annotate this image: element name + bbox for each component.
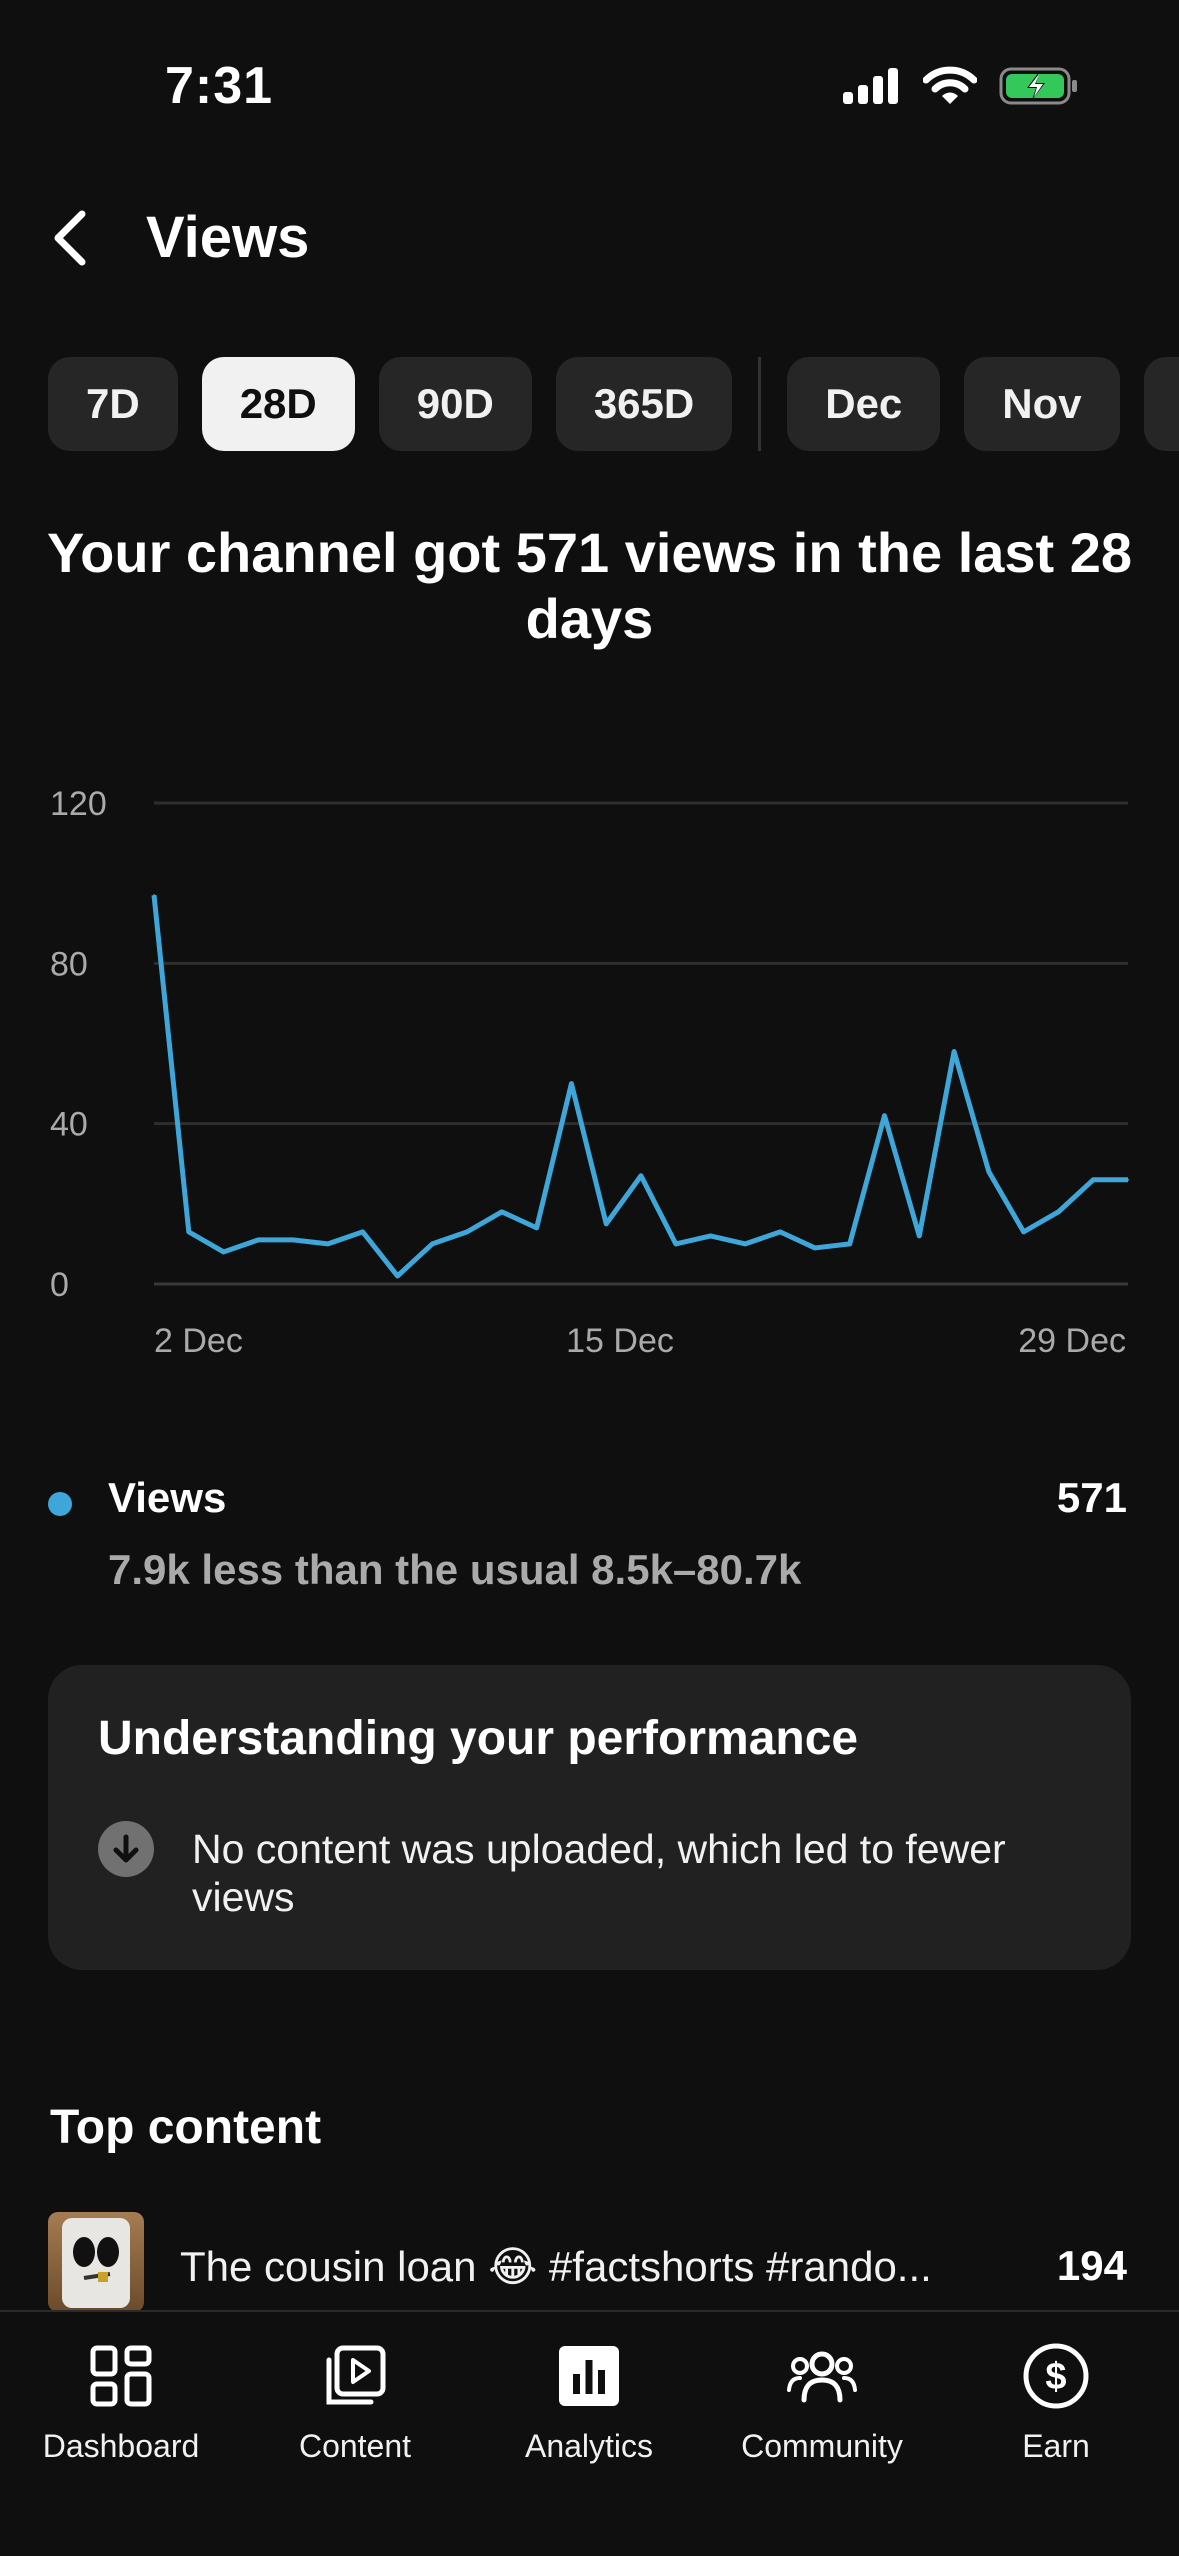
battery-charging-icon [999,67,1077,105]
legend-comparison: 7.9k less than the usual 8.5k–80.7k [108,1546,802,1593]
x-tick-label: 2 Dec [154,1322,243,1360]
chip-dec[interactable]: Dec [787,357,941,451]
chip-overflow[interactable] [1143,357,1179,451]
status-icons [841,66,1079,106]
arrow-down-circle-icon [98,1821,154,1877]
performance-card: Understanding your performance No conten… [48,1665,1131,1970]
data-point [1092,1178,1095,1181]
data-point [848,1242,851,1245]
data-point [640,1174,642,1177]
back-button[interactable] [40,208,100,268]
chip-nov[interactable]: Nov [964,357,1120,451]
card-title: Understanding your performance [98,1712,859,1765]
data-point [744,1242,747,1245]
back-arrow-icon [54,210,86,266]
data-point [1022,1230,1025,1233]
data-point [326,1242,329,1245]
data-point [883,1114,886,1117]
views-chart[interactable]: 0 40 80 120 2 Dec 15 Dec 29 Dec [0,770,1179,1370]
data-point [570,1082,573,1085]
legend-value: 571 [1056,1474,1127,1521]
data-point [257,1238,260,1241]
dashboard-icon [81,2336,161,2416]
top-content-title: Top content [50,2101,322,2154]
content-title: The cousin loan 😂 #factshorts #rando... [180,2243,932,2290]
data-point [187,1230,190,1233]
content-icon [315,2336,395,2416]
data-point [222,1250,225,1253]
wifi-icon [923,66,977,104]
top-content-item[interactable]: The cousin loan 😂 #factshorts #rando... … [0,2212,1179,2312]
bottom-nav: Dashboard Content Analytics Community $ … [0,2310,1179,2556]
video-thumbnail [48,2212,144,2312]
svg-text:$: $ [1045,2356,1066,2398]
data-point [396,1274,399,1277]
nav-analytics[interactable]: Analytics [474,2326,704,2476]
legend-dot [48,1492,72,1516]
nav-content[interactable]: Content [240,2326,470,2476]
data-point [361,1230,364,1233]
data-point [813,1246,816,1249]
community-icon [782,2336,862,2416]
series-line-views [151,894,1128,1279]
chip-365d[interactable]: 365D [555,357,733,451]
page-title: Views [146,205,310,270]
data-point [153,894,155,897]
data-point [674,1242,677,1245]
nav-label: Community [741,2428,903,2464]
status-time: 7:31 [165,57,274,115]
period-chips: 7D 28D 90D 365D Dec Nov [48,357,1179,451]
data-point [535,1226,538,1229]
nav-earn[interactable]: $ Earn [941,2326,1171,2476]
data-point [779,1230,782,1233]
nav-community[interactable]: Community [707,2326,937,2476]
data-point [918,1234,921,1237]
data-point [1057,1210,1060,1213]
chip-90d[interactable]: 90D [378,357,532,451]
analytics-icon [549,2336,629,2416]
card-insight-text: No content was uploaded, which led to fe… [192,1826,1006,1920]
legend-name: Views [108,1474,227,1521]
chip-7d[interactable]: 7D [48,357,178,451]
cellular-signal-icon [843,68,898,104]
y-tick-label: 40 [50,1106,88,1144]
x-tick-label: 29 Dec [1018,1322,1126,1360]
nav-dashboard[interactable]: Dashboard [6,2326,236,2476]
y-tick-label: 120 [50,785,107,823]
data-point [466,1230,469,1233]
chart-legend: Views 571 7.9k less than the usual 8.5k–… [0,1460,1179,1600]
data-point [709,1234,712,1237]
views-headline: Your channel got 571 views in the last 2… [46,521,1133,650]
nav-label: Analytics [524,2428,654,2464]
chip-28d[interactable]: 28D [201,357,355,451]
data-point [953,1050,956,1053]
data-point [431,1242,434,1245]
data-point [605,1222,608,1225]
earn-icon: $ [1016,2336,1096,2416]
data-point [292,1238,295,1241]
header: Views [0,190,1179,300]
x-tick-label: 15 Dec [566,1322,674,1360]
y-tick-label: 80 [50,945,88,983]
y-tick-label: 0 [50,1266,69,1304]
chip-divider [758,357,762,451]
status-bar: 7:31 [0,0,1179,160]
nav-label: Content [298,2428,412,2464]
nav-label: Dashboard [42,2428,200,2464]
views-chart-svg: 0 40 80 120 2 Dec 15 Dec 29 Dec [50,785,1129,1360]
content-views: 194 [1056,2242,1127,2289]
nav-label: Earn [1022,2428,1090,2464]
data-point [500,1210,503,1213]
data-point [1127,1178,1129,1181]
data-point [987,1170,990,1173]
